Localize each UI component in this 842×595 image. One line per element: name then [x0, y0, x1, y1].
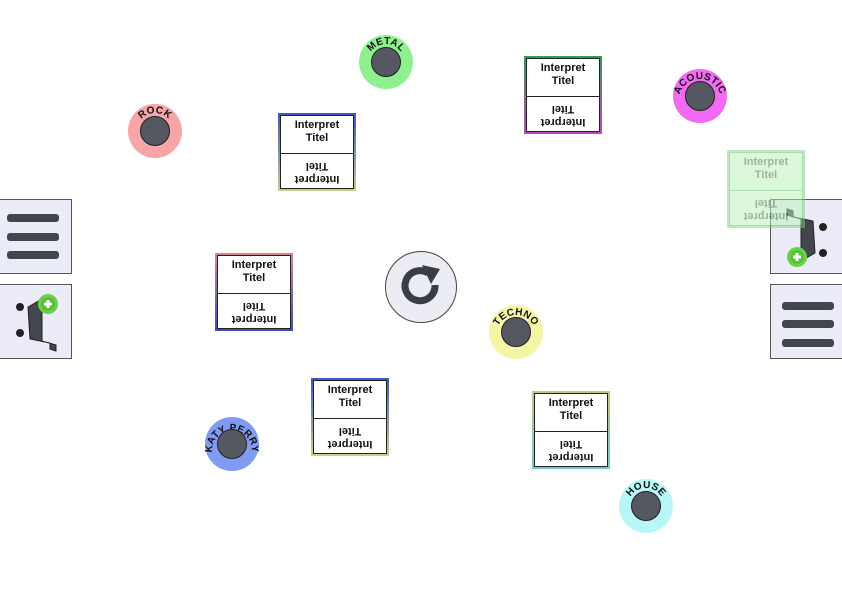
card-title-flipped: Titel: [559, 438, 583, 450]
reset-button[interactable]: [385, 251, 457, 323]
card-title-flipped: Titel: [551, 103, 575, 115]
card-title: Titel: [242, 272, 266, 284]
card-title: Titel: [754, 169, 778, 181]
menu-panel-right[interactable]: [770, 284, 842, 359]
knob-handle[interactable]: [371, 47, 401, 77]
add-card-panel-left[interactable]: [0, 284, 72, 359]
card-title: Titel: [305, 132, 329, 144]
card-artist-flipped: Interpret: [743, 210, 789, 222]
redo-icon: [401, 265, 440, 305]
song-card[interactable]: Interpret Titel Interpret Titel: [532, 391, 610, 469]
song-card[interactable]: Interpret Titel Interpret Titel: [524, 56, 602, 134]
genre-knob-acoustic[interactable]: ACOUSTIC: [672, 69, 728, 123]
card-artist: Interpret: [231, 259, 277, 271]
card-artist-flipped: Interpret: [294, 173, 340, 185]
card-artist: Interpret: [294, 119, 340, 131]
hamburger-menu-icon[interactable]: [0, 200, 72, 275]
song-card-preview[interactable]: Interpret Titel Interpret Titel: [727, 150, 805, 228]
card-title-flipped: Titel: [338, 425, 362, 437]
song-card[interactable]: Interpret Titel Interpret Titel: [215, 253, 293, 331]
card-artist: Interpret: [540, 62, 586, 74]
genre-knob-katy-perry[interactable]: KATY PERRY: [204, 417, 260, 471]
knob-handle[interactable]: [217, 429, 247, 459]
card-title-flipped: Titel: [305, 160, 329, 172]
card-artist: Interpret: [327, 384, 373, 396]
genre-knob-house[interactable]: HOUSE: [619, 479, 673, 533]
menu-panel-left[interactable]: [0, 199, 72, 274]
card-title: Titel: [338, 397, 362, 409]
knob-handle[interactable]: [501, 317, 531, 347]
hamburger-menu-icon[interactable]: [771, 285, 842, 360]
card-title-flipped: Titel: [754, 197, 778, 209]
genre-knob-metal[interactable]: METAL: [359, 35, 413, 89]
add-card-icon[interactable]: [0, 285, 72, 360]
card-artist: Interpret: [743, 156, 789, 168]
card-title: Titel: [551, 75, 575, 87]
card-artist-flipped: Interpret: [231, 313, 277, 325]
card-title-flipped: Titel: [242, 300, 266, 312]
genre-knob-rock[interactable]: ROCK: [128, 104, 182, 158]
song-card[interactable]: Interpret Titel Interpret Titel: [278, 113, 356, 191]
card-artist-flipped: Interpret: [548, 451, 594, 463]
genre-knob-techno[interactable]: TECHNO: [489, 305, 543, 359]
card-artist-flipped: Interpret: [540, 116, 586, 128]
card-artist-flipped: Interpret: [327, 438, 373, 450]
card-title: Titel: [559, 410, 583, 422]
card-artist: Interpret: [548, 397, 594, 409]
knob-handle[interactable]: [685, 81, 715, 111]
knob-handle[interactable]: [140, 116, 170, 146]
song-card[interactable]: Interpret Titel Interpret Titel: [311, 378, 389, 456]
knob-handle[interactable]: [631, 491, 661, 521]
